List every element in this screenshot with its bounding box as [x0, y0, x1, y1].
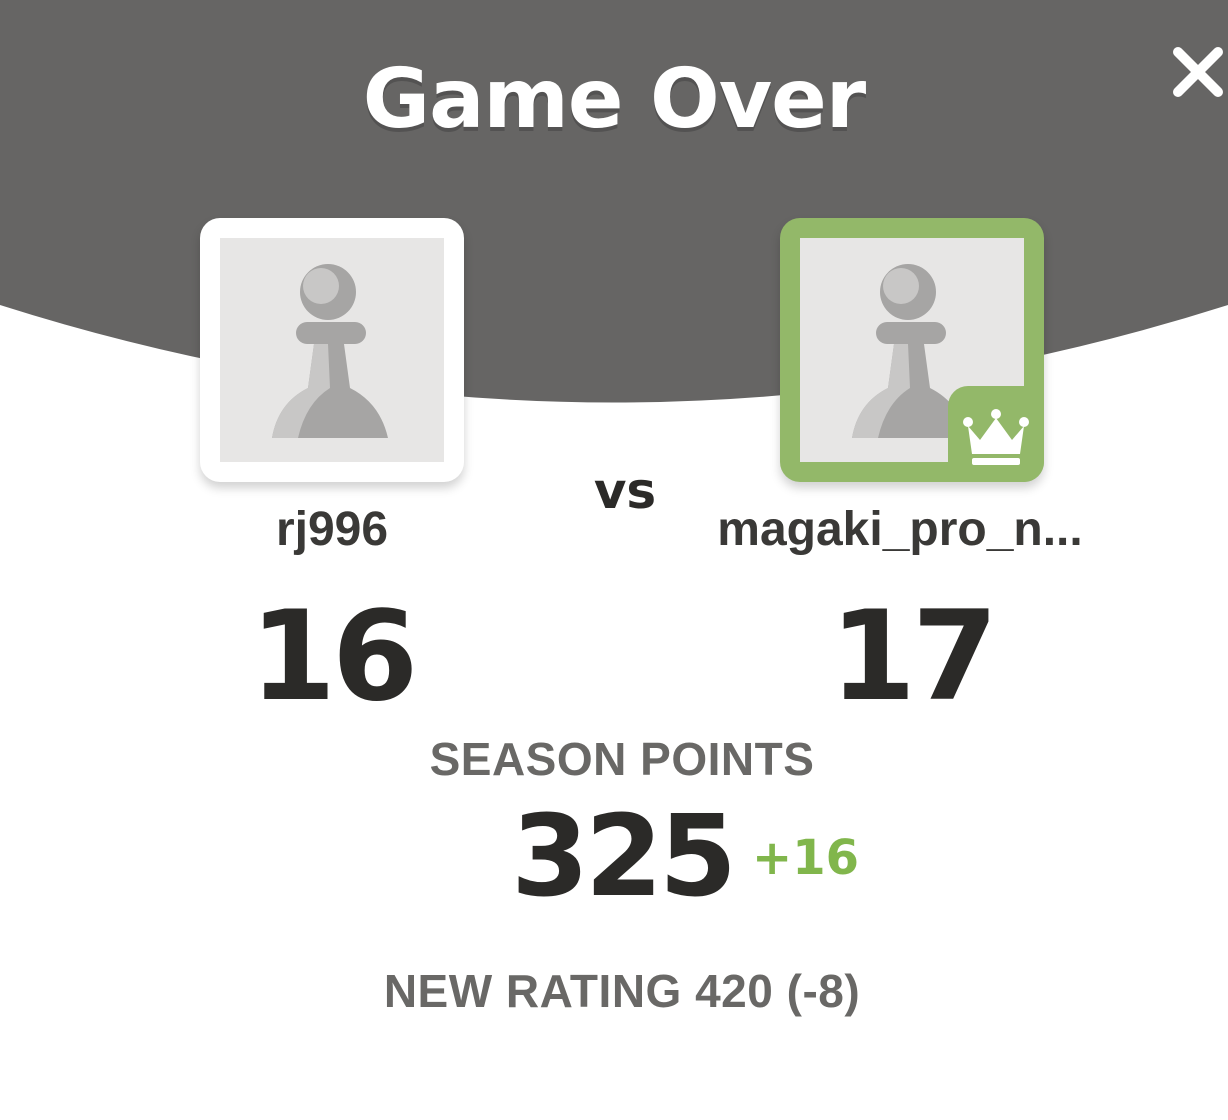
game-over-modal: Game Over vs rj996 magaki_pro_n... 16 17… — [0, 0, 1228, 1120]
season-points-delta: +16 — [752, 830, 860, 886]
crown-icon — [963, 409, 1029, 465]
player-username-left[interactable]: rj996 — [180, 502, 484, 557]
close-button[interactable] — [1166, 40, 1228, 104]
player-avatar-left[interactable] — [200, 218, 464, 482]
modal-title: Game Over — [362, 52, 866, 147]
close-icon — [1173, 47, 1223, 97]
vs-label: vs — [593, 462, 657, 520]
player-score-left: 16 — [249, 585, 419, 729]
pawn-avatar-icon — [272, 264, 388, 438]
winner-badge — [948, 386, 1044, 482]
player-username-right[interactable]: magaki_pro_n... — [690, 502, 1110, 557]
season-points-label: SEASON POINTS — [429, 733, 815, 785]
season-points-row: 325 +16 — [0, 792, 1228, 922]
player-score-right: 17 — [829, 585, 999, 729]
season-points-value: 325 — [511, 792, 737, 922]
avatar-image — [220, 238, 444, 462]
new-rating-text: NEW RATING 420 (-8) — [383, 965, 861, 1017]
